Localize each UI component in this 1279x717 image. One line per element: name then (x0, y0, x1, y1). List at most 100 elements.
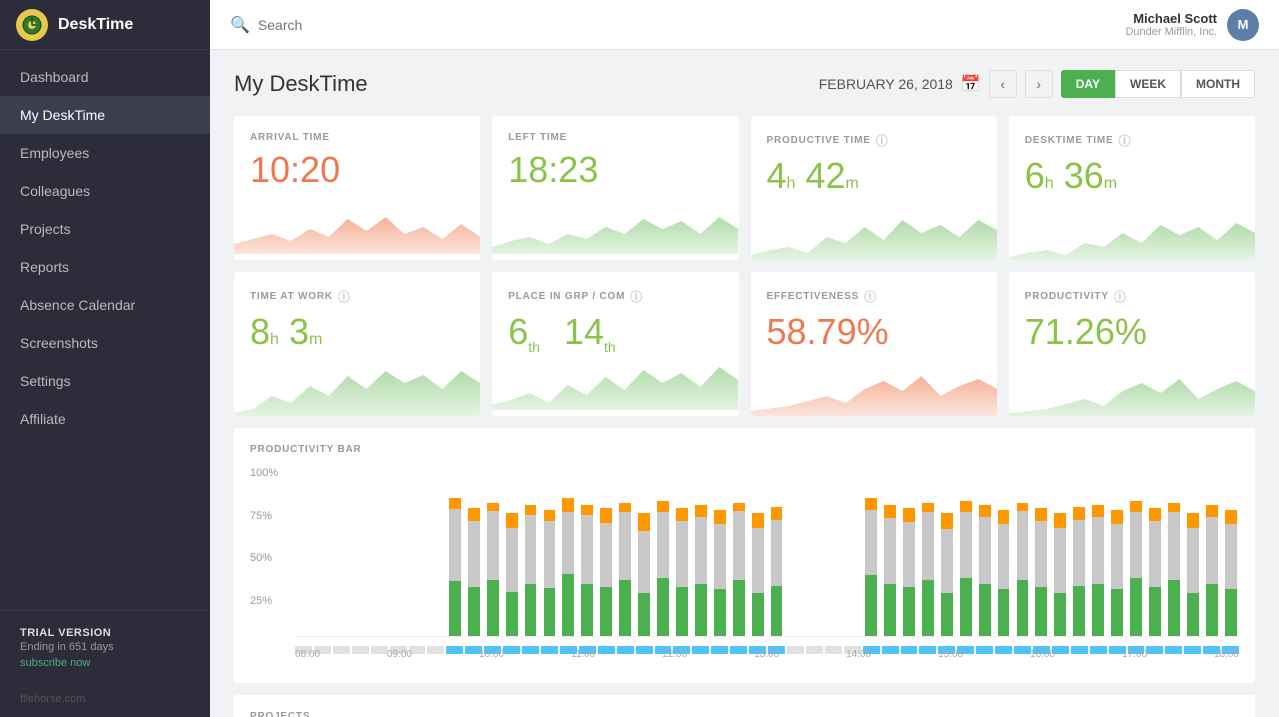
bar-gray (657, 512, 669, 578)
bar-column (844, 467, 861, 636)
bar-green (941, 593, 953, 636)
bar-green (487, 580, 499, 636)
sidebar-item-dashboard[interactable]: Dashboard (0, 58, 210, 96)
desktime-logo-icon (16, 9, 48, 41)
time-0900: 09:00 (387, 649, 412, 660)
left-time-value: 18:23 (508, 149, 722, 191)
view-week-button[interactable]: WEEK (1115, 70, 1181, 98)
main-content: 🔍 Michael Scott Dunder Mifflin, Inc. M M… (210, 0, 1279, 717)
bar-column (938, 467, 955, 636)
bar-column (655, 467, 672, 636)
productivity-value: 71.26% (1025, 311, 1239, 353)
subscribe-link[interactable]: subscribe now (20, 657, 190, 669)
bar-gray (1149, 521, 1161, 587)
bar-green (506, 592, 518, 636)
sidebar-item-absence-calendar[interactable]: Absence Calendar (0, 286, 210, 324)
bar-column (995, 467, 1012, 636)
productive-time-chart (751, 205, 997, 260)
bar-column (579, 467, 596, 636)
bar-green (960, 578, 972, 636)
bar-green (695, 584, 707, 636)
bar-orange (600, 508, 612, 523)
sidebar-item-reports[interactable]: Reports (0, 248, 210, 286)
projects-section: PROJECTS (234, 695, 1255, 717)
current-date: FEBRUARY 26, 2018 (819, 76, 953, 92)
bar-gray (1206, 517, 1218, 584)
bar-orange (676, 508, 688, 521)
arrival-time-chart (234, 199, 480, 254)
sidebar-item-colleagues[interactable]: Colleagues (0, 172, 210, 210)
bar-gray (1054, 528, 1066, 593)
place-com-num: 14th (564, 311, 616, 355)
bar-gray (733, 511, 745, 580)
bar-gray (544, 521, 556, 588)
avatar[interactable]: M (1227, 9, 1259, 41)
bar-gray (1017, 511, 1029, 580)
sidebar-item-affiliate[interactable]: Affiliate (0, 400, 210, 438)
arrival-time-card: ARRIVAL TIME 10:20 (234, 116, 480, 260)
sidebar-item-settings[interactable]: Settings (0, 362, 210, 400)
time-at-work-info-icon[interactable]: ⓘ (338, 288, 351, 305)
sidebar-item-my-desktime[interactable]: My DeskTime (0, 96, 210, 134)
bar-orange (544, 510, 556, 521)
bar-green (449, 581, 461, 636)
sidebar-item-screenshots[interactable]: Screenshots (0, 324, 210, 362)
next-date-button[interactable]: › (1025, 70, 1053, 98)
search-input[interactable] (258, 17, 458, 33)
bar-gray (998, 524, 1010, 589)
bar-gray (619, 512, 631, 580)
time-1300: 13:00 (754, 649, 779, 660)
bar-orange (1054, 513, 1066, 528)
effectiveness-info-icon[interactable]: ⓘ (864, 288, 877, 305)
effectiveness-card: EFFECTIVENESS ⓘ 58.79% (751, 272, 997, 416)
sidebar-item-projects[interactable]: Projects (0, 210, 210, 248)
bar-gray (903, 522, 915, 587)
place-in-grp-chart (492, 355, 738, 410)
prev-date-button[interactable]: ‹ (989, 70, 1017, 98)
bar-column (1165, 467, 1182, 636)
time-0800: 08:00 (295, 649, 320, 660)
view-day-button[interactable]: DAY (1061, 70, 1115, 98)
desktime-time-info-icon[interactable]: ⓘ (1119, 132, 1132, 149)
bar-green (1054, 593, 1066, 636)
y-50: 50% (250, 552, 290, 564)
bar-orange (1187, 513, 1199, 528)
bar-green (865, 575, 877, 636)
view-month-button[interactable]: MONTH (1181, 70, 1255, 98)
view-buttons: DAY WEEK MONTH (1061, 70, 1255, 98)
logo-text: DeskTime (58, 16, 133, 34)
bar-orange (619, 503, 631, 512)
bar-gray (638, 531, 650, 593)
content-area: My DeskTime FEBRUARY 26, 2018 📅 ‹ › DAY … (210, 50, 1279, 717)
bar-gray (468, 521, 480, 587)
bar-gray (1187, 528, 1199, 593)
calendar-icon[interactable]: 📅 (961, 74, 981, 94)
time-at-work-label: TIME AT WORK ⓘ (250, 288, 464, 305)
bar-green (922, 580, 934, 636)
trial-section: TRIAL VERSION Ending in 651 days subscri… (0, 610, 210, 685)
bar-column (371, 467, 388, 636)
bar-green (1168, 580, 1180, 636)
bar-green (884, 584, 896, 636)
productivity-info-icon[interactable]: ⓘ (1114, 288, 1127, 305)
productive-time-info-icon[interactable]: ⓘ (876, 132, 889, 149)
sidebar-item-employees[interactable]: Employees (0, 134, 210, 172)
bar-gray (714, 524, 726, 589)
place-in-grp-info-icon[interactable]: ⓘ (630, 288, 643, 305)
productivity-card: PRODUCTIVITY ⓘ 71.26% (1009, 272, 1255, 416)
bar-orange (638, 513, 650, 531)
bar-column (1071, 467, 1088, 636)
productive-time-label: PRODUCTIVE TIME ⓘ (767, 132, 981, 149)
bar-column (1128, 467, 1145, 636)
bar-gray (1035, 521, 1047, 587)
bar-column (825, 467, 842, 636)
bar-orange (581, 505, 593, 515)
topbar: 🔍 Michael Scott Dunder Mifflin, Inc. M (210, 0, 1279, 50)
bar-orange (562, 498, 574, 512)
bar-gray (1168, 512, 1180, 580)
bar-gray (752, 528, 764, 593)
bar-gray (1130, 512, 1142, 578)
productivity-chart (1009, 361, 1255, 416)
bar-green (1149, 587, 1161, 636)
bar-green (619, 580, 631, 636)
